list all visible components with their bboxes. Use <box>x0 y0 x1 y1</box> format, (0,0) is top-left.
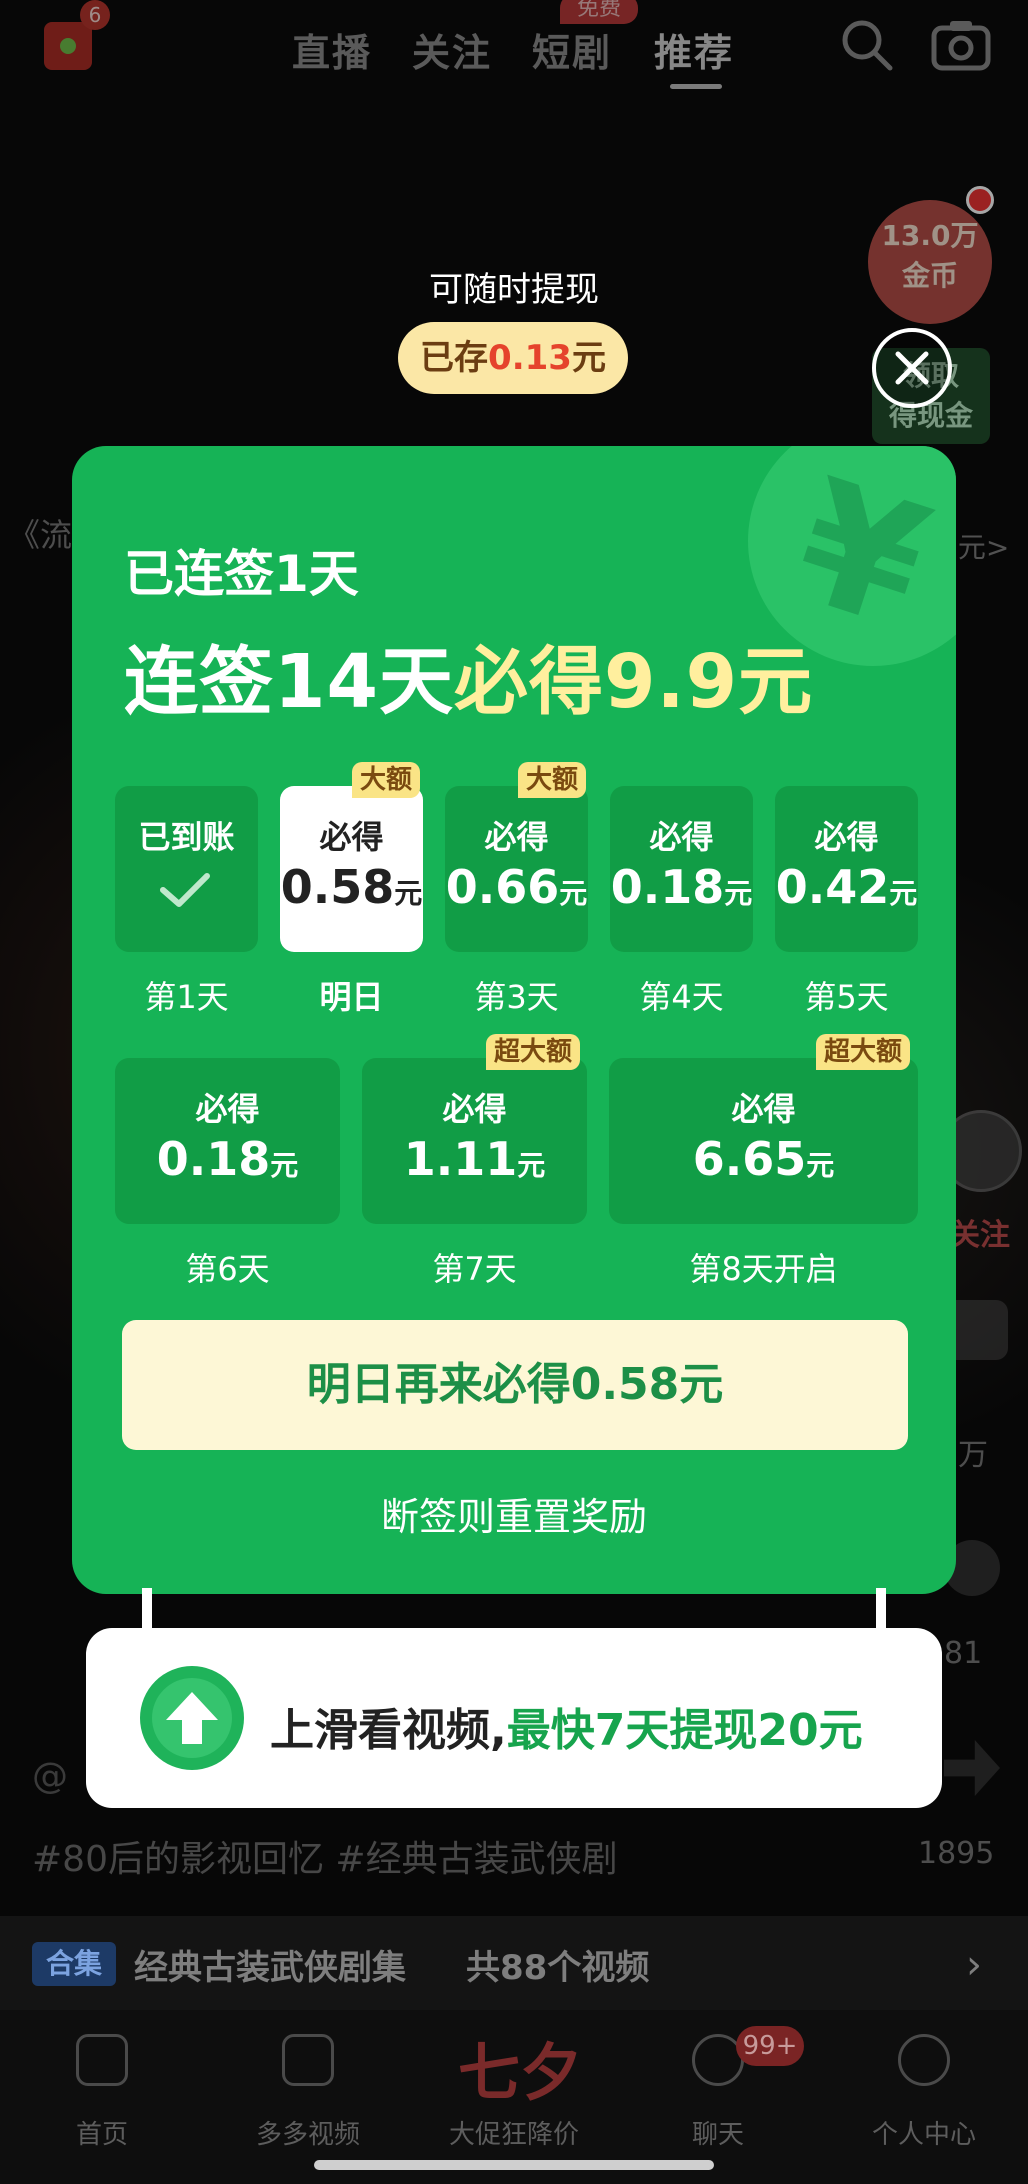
big-reward-tag: 大额 <box>518 762 587 798</box>
day-7-amount: 1.11元 <box>362 1132 587 1186</box>
banner-text-highlight: 最快7天提现20元 <box>506 1705 863 1756</box>
collection-tag: 合集 <box>32 1942 116 1986</box>
checkin-card: ¥ 已连签1天 连签14天必得9.9元 已到账 第1天 必得 0.58元 大额 … <box>72 446 956 1594</box>
day-8-tile: 必得 6.65元 <box>609 1058 918 1224</box>
day-1-status: 已到账 <box>138 818 235 856</box>
nav-chat[interactable]: 聊天 <box>638 2114 798 2151</box>
nav-profile[interactable]: 个人中心 <box>844 2114 1004 2151</box>
day-2-label: 明日 <box>319 978 384 1016</box>
home-indicator[interactable] <box>314 2160 714 2170</box>
collection-count: 共88个视频 <box>466 1948 650 1988</box>
day-6-label: 第6天 <box>185 1250 270 1288</box>
nav-videos[interactable]: 多多视频 <box>228 2114 388 2151</box>
super-reward-tag: 超大额 <box>486 1034 581 1070</box>
day-3-amount: 0.66元 <box>445 860 588 914</box>
day-7-amount-value: 1.11 <box>403 1132 518 1186</box>
day-5-amount-value: 0.42 <box>775 860 890 914</box>
day-2-amount-value: 0.58 <box>280 860 395 914</box>
day-5-label: 第5天 <box>804 978 889 1016</box>
qixi-logo[interactable]: 七夕 <box>458 2022 582 2112</box>
day-4-amount-value: 0.18 <box>610 860 725 914</box>
headline: 连签14天必得9.9元 <box>124 622 813 729</box>
big-reward-tag: 大额 <box>352 762 421 798</box>
banner-text-prefix: 上滑看视频, <box>270 1705 507 1756</box>
chevron-right-icon: › <box>966 1942 982 1988</box>
day-3-amount-value: 0.66 <box>445 860 560 914</box>
check-icon <box>160 873 210 907</box>
day-2-status: 必得 <box>319 818 384 856</box>
day-7-label: 第7天 <box>432 1250 517 1288</box>
reset-note: 断签则重置奖励 <box>380 1495 647 1539</box>
day-3-tile: 必得 0.66元 <box>445 786 588 952</box>
day-8-amount-value: 6.65 <box>692 1132 807 1186</box>
unit: 元 <box>394 877 423 910</box>
day-2-tile[interactable]: 必得 0.58元 <box>280 786 423 952</box>
super-reward-tag: 超大额 <box>816 1034 911 1070</box>
day-8-amount: 6.65元 <box>609 1132 918 1186</box>
saved-suffix: 元 <box>571 338 606 378</box>
close-button[interactable] <box>872 328 952 408</box>
day-8-status: 必得 <box>731 1090 796 1128</box>
collection-title: 经典古装武侠剧集 <box>134 1948 406 1988</box>
unit: 元 <box>270 1149 299 1182</box>
day-1-label: 第1天 <box>144 978 229 1016</box>
day-5-tile: 必得 0.42元 <box>775 786 918 952</box>
streak-label: 已连签1天 <box>124 545 359 603</box>
day-5-status: 必得 <box>814 818 879 856</box>
day-4-status: 必得 <box>649 818 714 856</box>
day-4-label: 第4天 <box>639 978 724 1016</box>
nav-sale[interactable]: 大促狂降价 <box>434 2114 594 2151</box>
profile-icon[interactable] <box>898 2034 950 2086</box>
saved-prefix: 已存 <box>420 338 489 378</box>
unit: 元 <box>806 1149 835 1182</box>
day-3-label: 第3天 <box>474 978 559 1016</box>
unit: 元 <box>559 877 588 910</box>
day-4-amount: 0.18元 <box>610 860 753 914</box>
unit: 元 <box>724 877 753 910</box>
video-icon[interactable] <box>282 2034 334 2086</box>
chat-badge: 99+ <box>736 2026 804 2066</box>
day-6-amount-value: 0.18 <box>156 1132 271 1186</box>
headline-prefix: 连签14天 <box>124 639 454 725</box>
come-back-tomorrow-button[interactable]: 明日再来必得0.58元 <box>122 1320 908 1450</box>
unit: 元 <box>517 1149 546 1182</box>
day-6-tile: 必得 0.18元 <box>115 1058 340 1224</box>
banner-text: 上滑看视频,最快7天提现20元 <box>270 1694 863 1758</box>
day-4-tile: 必得 0.18元 <box>610 786 753 952</box>
saved-balance-pill: 已存0.13元 <box>398 322 628 394</box>
day-6-amount: 0.18元 <box>115 1132 340 1186</box>
unit: 元 <box>889 877 918 910</box>
withdraw-note: 可随时提现 <box>429 270 599 310</box>
day-8-label: 第8天开启 <box>689 1250 838 1288</box>
saved-amount: 0.13 <box>488 338 572 378</box>
day-2-amount: 0.58元 <box>280 860 423 914</box>
nav-home[interactable]: 首页 <box>22 2114 182 2151</box>
day-7-status: 必得 <box>442 1090 507 1128</box>
close-icon <box>895 351 929 385</box>
day-5-amount: 0.42元 <box>775 860 918 914</box>
arrow-up-icon <box>140 1666 244 1770</box>
day-6-status: 必得 <box>195 1090 260 1128</box>
day-7-tile: 必得 1.11元 <box>362 1058 587 1224</box>
headline-reward: 必得9.9元 <box>453 639 814 725</box>
day-3-status: 必得 <box>484 818 549 856</box>
day-1-tile: 已到账 <box>115 786 258 952</box>
home-icon[interactable] <box>76 2034 128 2086</box>
